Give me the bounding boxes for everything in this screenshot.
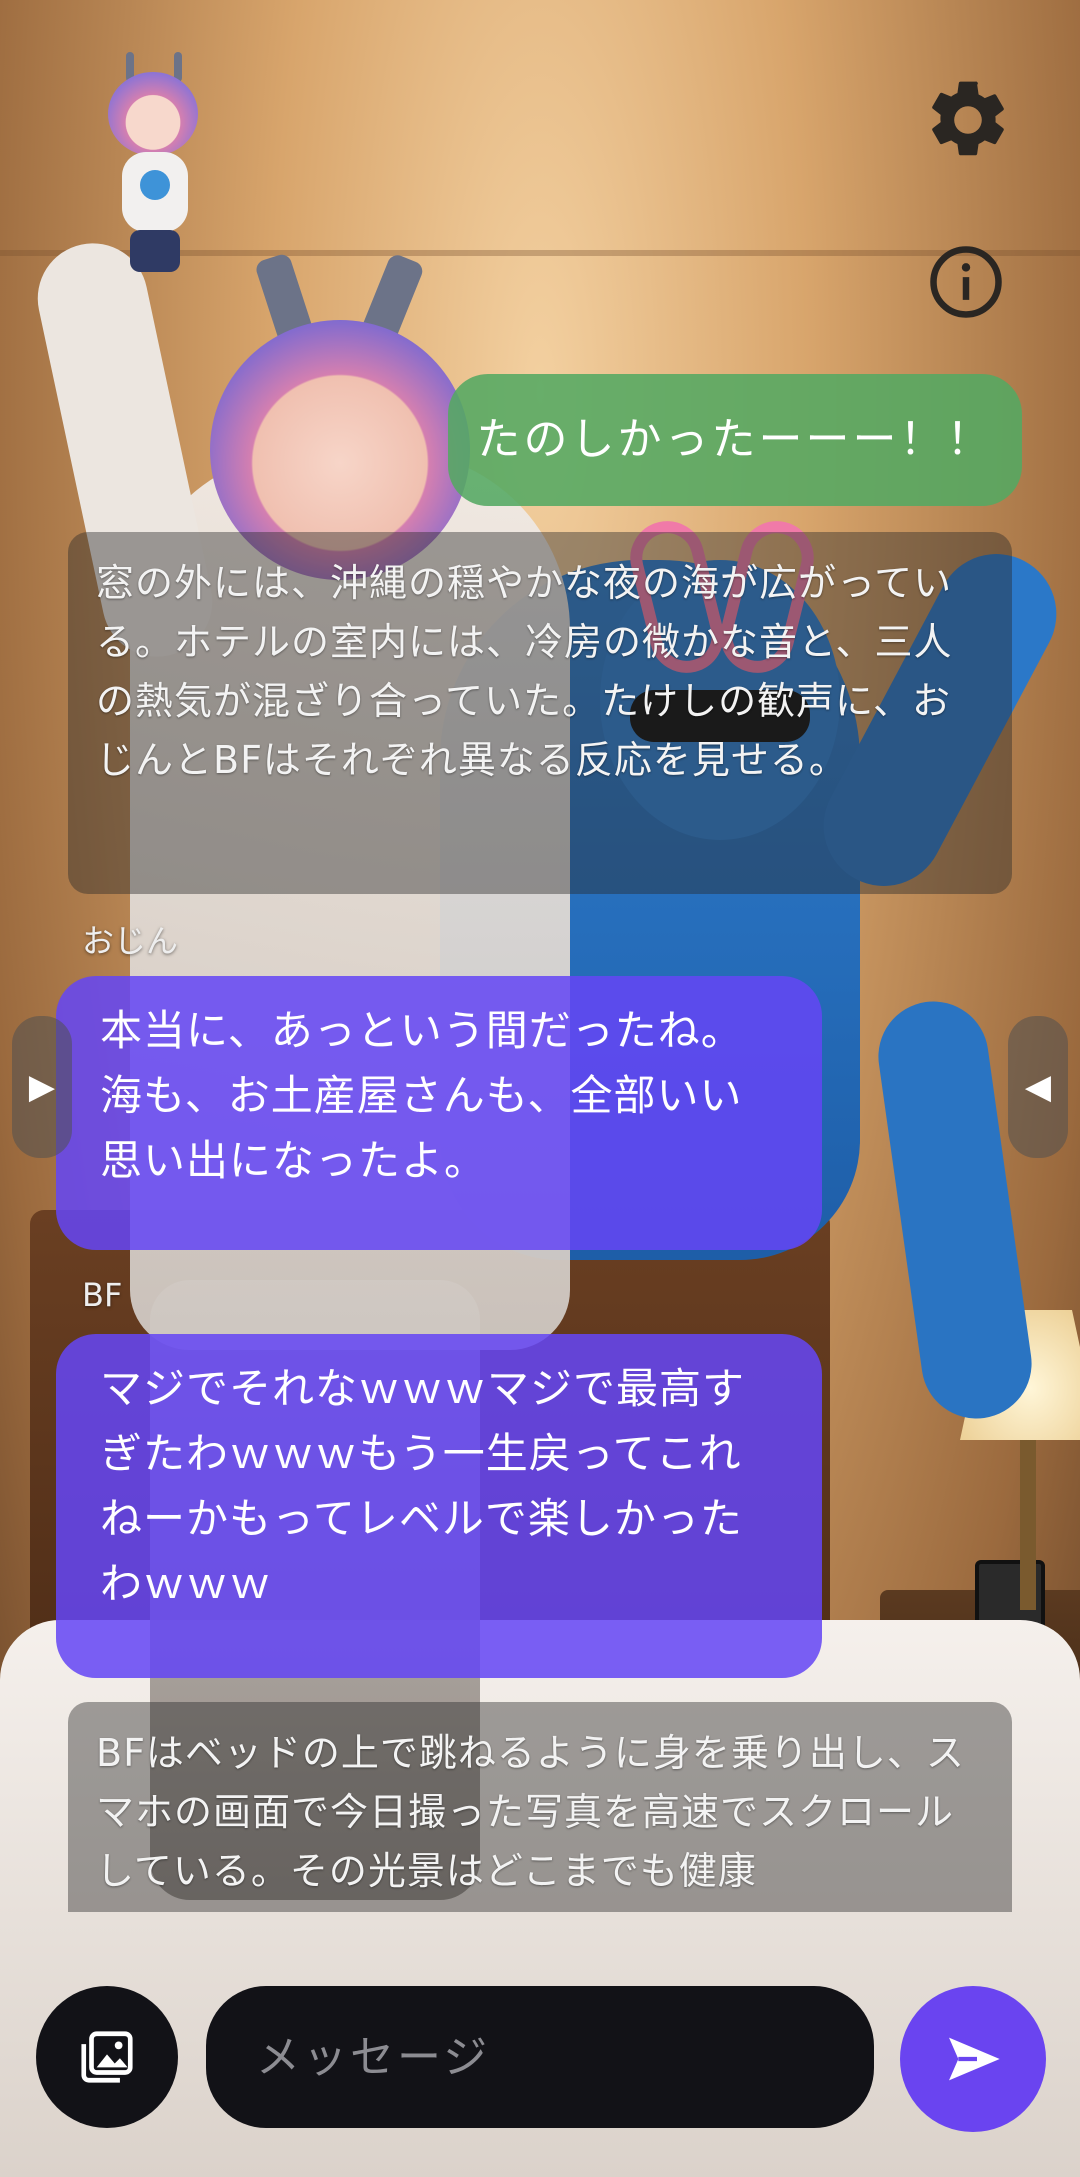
previous-character-button[interactable]: ▶ (12, 1016, 72, 1158)
mascot-avatar[interactable] (100, 52, 210, 282)
narration-text: BFはベッドの上で跳ねるように身を乗り出し、スマホの画面で今日撮った写真を高速で… (96, 1731, 965, 1893)
character-message-text: マジでそれなｗｗｗマジで最高すぎたわｗｗｗもう一生戻ってこれねーかもってレベルで… (100, 1364, 746, 1609)
narration-text: 窓の外には、沖縄の穏やかな夜の海が広がっている。ホテルの室内には、冷房の微かな音… (96, 561, 953, 782)
mascot-head (108, 72, 198, 156)
next-character-button[interactable]: ◀ (1008, 1016, 1068, 1158)
globe-icon (140, 170, 170, 200)
character-message-bubble-bf: マジでそれなｗｗｗマジで最高すぎたわｗｗｗもう一生戻ってこれねーかもってレベルで… (56, 1334, 822, 1678)
character-message-bubble-ojin: 本当に、あっという間だったね。海も、お土産屋さんも、全部いい思い出になったよ。 (56, 976, 822, 1250)
message-input[interactable] (206, 1986, 874, 2128)
speaker-name-ojin: おじん (82, 922, 179, 960)
user-message-text: たのしかったーーー！！ (476, 413, 994, 465)
character-message-text: 本当に、あっという間だったね。海も、お土産屋さんも、全部いい思い出になったよ。 (100, 1006, 744, 1186)
play-right-icon: ▶ (28, 1067, 56, 1107)
send-icon (949, 2037, 1000, 2081)
mascot-legs (130, 230, 180, 272)
info-button[interactable] (924, 240, 1008, 324)
narration-block: 窓の外には、沖縄の穏やかな夜の海が広がっている。ホテルの室内には、冷房の微かな音… (68, 532, 1012, 894)
info-icon (930, 246, 1002, 318)
settings-button[interactable] (918, 70, 1018, 170)
narration-block-partial: BFはベッドの上で跳ねるように身を乗り出し、スマホの画面で今日撮った写真を高速で… (68, 1702, 1012, 1912)
user-message-bubble: たのしかったーーー！！ (448, 374, 1022, 506)
send-button[interactable] (900, 1986, 1046, 2132)
play-left-icon: ◀ (1024, 1067, 1052, 1107)
lamp-stand (1020, 1440, 1036, 1610)
image-gallery-button[interactable] (36, 1986, 178, 2128)
image-gallery-icon (81, 2031, 133, 2083)
gear-icon (932, 81, 1004, 156)
message-composer (0, 1960, 1080, 2177)
speaker-name-bf: BF (82, 1276, 123, 1314)
